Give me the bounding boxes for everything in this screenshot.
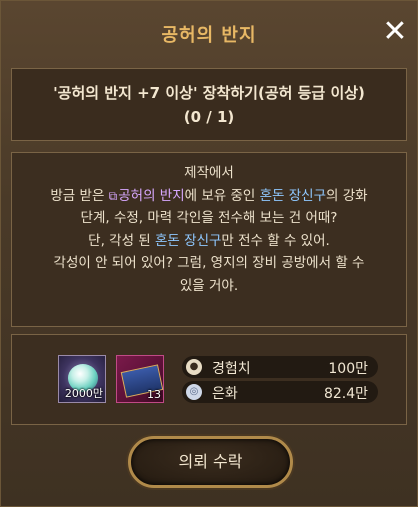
highlight-keyword: 혼돈 장신구 bbox=[155, 232, 222, 249]
experience-icon: ● bbox=[186, 359, 202, 375]
reward-stat-experience: ● 경험치 100만 bbox=[182, 356, 378, 378]
external-link-icon: ⧉ bbox=[108, 188, 118, 203]
highlight-keyword: 혼돈 장신구 bbox=[259, 187, 327, 204]
reward-panel: 2000만 13 ● 경험치 100만 ◎ 은화 82.4만 bbox=[11, 334, 407, 425]
description-line: 단, 각성 된 혼돈 장신구만 전수 할 수 있어. bbox=[12, 230, 406, 253]
dialog-title: 공허의 반지 bbox=[161, 25, 257, 46]
accept-quest-button[interactable]: 의뢰 수락 bbox=[128, 436, 293, 488]
reward-stat-silver: ◎ 은화 82.4만 bbox=[182, 381, 378, 403]
stat-value: 100만 bbox=[328, 361, 368, 377]
item-link-label: 공허의 반지 bbox=[118, 187, 185, 204]
description-line: 있을 거야. bbox=[179, 277, 239, 294]
quest-progress: (0 / 1) bbox=[183, 108, 235, 126]
quest-objective-box: '공허의 반지 +7 이상' 장착하기(공허 등급 이상) (0 / 1) bbox=[11, 68, 407, 141]
item-count: 13 bbox=[147, 388, 161, 401]
description-line: 방금 받은 ⧉공허의 반지에 보유 중인 혼돈 장신구의 강화 bbox=[12, 185, 406, 208]
item-count: 2000만 bbox=[64, 387, 103, 400]
description-text: 의 강화 bbox=[326, 187, 368, 204]
close-icon[interactable]: ✕ bbox=[381, 17, 409, 47]
description-line: 단계, 수정, 마력 각인을 전수해 보는 건 어때? bbox=[80, 210, 338, 226]
description-line: 각성이 안 되어 있어? 그럼, 영지의 장비 공방에서 할 수 bbox=[53, 255, 365, 271]
description-text: 만 전수 할 수 있어. bbox=[221, 232, 330, 249]
stat-value: 82.4만 bbox=[323, 386, 368, 402]
description-text: 에 보유 중인 bbox=[184, 187, 260, 204]
quest-objective: '공허의 반지 +7 이상' 장착하기(공허 등급 이상) bbox=[53, 84, 365, 102]
quest-dialog: 공허의 반지 ✕ '공허의 반지 +7 이상' 장착하기(공허 등급 이상) (… bbox=[0, 0, 418, 507]
description-text: 단, 각성 된 bbox=[88, 232, 156, 249]
stat-label: 은화 bbox=[212, 386, 238, 402]
silver-coin-icon: ◎ bbox=[186, 384, 202, 400]
quest-description: 제작에서 방금 받은 ⧉공허의 반지에 보유 중인 혼돈 장신구의 강화 단계,… bbox=[11, 152, 407, 327]
description-text: 방금 받은 bbox=[50, 187, 109, 204]
stat-label: 경험치 bbox=[212, 361, 251, 377]
item-link[interactable]: ⧉공허의 반지 bbox=[109, 188, 185, 204]
reward-item-slot[interactable]: 13 bbox=[116, 355, 164, 403]
reward-item-slot[interactable]: 2000만 bbox=[58, 355, 106, 403]
description-heading: 제작에서 bbox=[184, 165, 234, 181]
